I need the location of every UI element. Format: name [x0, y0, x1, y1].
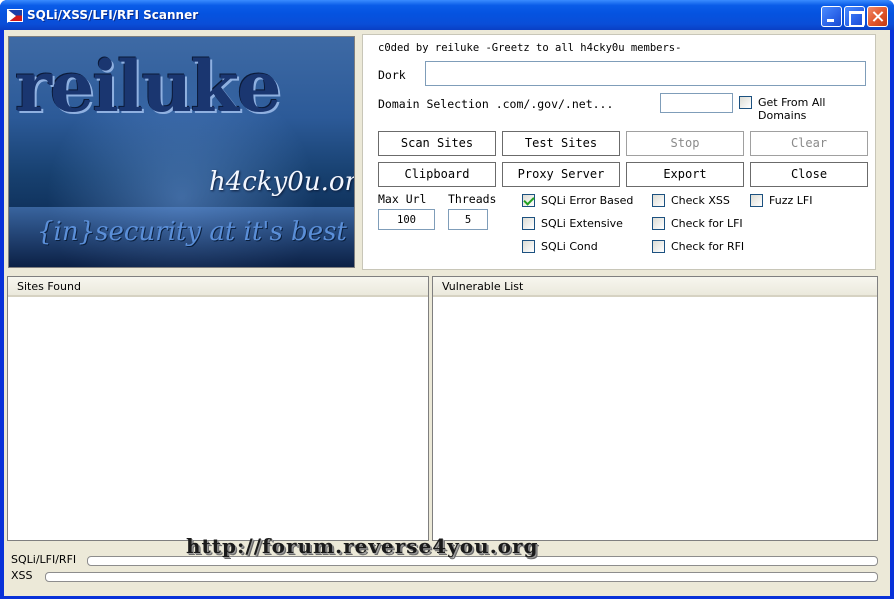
domain-input[interactable] — [660, 93, 733, 113]
window-title: SQLi/XSS/LFI/RFI Scanner — [27, 8, 199, 22]
check-lfi-checkbox[interactable] — [652, 217, 665, 230]
clear-button[interactable]: Clear — [750, 131, 868, 156]
check-xss-checkbox[interactable] — [652, 194, 665, 207]
dork-input[interactable] — [425, 61, 866, 86]
export-button[interactable]: Export — [626, 162, 744, 187]
xss-progress-bar — [45, 572, 878, 582]
dork-label: Dork — [378, 68, 406, 82]
maximize-button[interactable] — [844, 6, 865, 27]
close-button[interactable]: Close — [750, 162, 868, 187]
max-url-label: Max Url — [378, 192, 427, 206]
settings-panel: c0ded by reiluke -Greetz to all h4cky0u … — [362, 34, 876, 270]
sqli-progress-label: SQLi/LFI/RFI — [11, 553, 77, 566]
check-rfi-checkbox[interactable] — [652, 240, 665, 253]
title-bar[interactable]: SQLi/XSS/LFI/RFI Scanner — [0, 0, 894, 30]
flag-icon — [7, 9, 23, 23]
fuzz-lfi-label: Fuzz LFI — [769, 194, 813, 207]
threads-input[interactable]: 5 — [448, 209, 488, 230]
stop-button[interactable]: Stop — [626, 131, 744, 156]
credits-text: c0ded by reiluke -Greetz to all h4cky0u … — [378, 42, 682, 54]
check-xss-label: Check XSS — [671, 194, 730, 207]
xss-progress-label: XSS — [11, 569, 33, 582]
max-url-input[interactable]: 100 — [378, 209, 435, 230]
sqli-cond-label: SQLi Cond — [541, 240, 598, 253]
get-all-domains-checkbox[interactable] — [739, 96, 752, 109]
vulnerable-list-header[interactable]: Vulnerable List — [433, 277, 877, 297]
check-rfi-label: Check for RFI — [671, 240, 745, 253]
sqli-extensive-label: SQLi Extensive — [541, 217, 623, 230]
get-all-domains-label: Get From All Domains — [758, 96, 826, 122]
fuzz-lfi-checkbox[interactable] — [750, 194, 763, 207]
sqli-cond-checkbox[interactable] — [522, 240, 535, 253]
domain-selection-label: Domain Selection .com/.gov/.net... — [378, 97, 614, 111]
clipboard-button[interactable]: Clipboard — [378, 162, 496, 187]
window-client-area: reiluke h4cky0u.org {in}security at it's… — [4, 30, 890, 596]
sqli-error-based-label: SQLi Error Based — [541, 194, 634, 207]
app-window: SQLi/XSS/LFI/RFI Scanner reiluke h4cky0u… — [0, 0, 894, 599]
sqli-error-based-checkbox[interactable] — [522, 194, 535, 207]
minimize-button[interactable] — [821, 6, 842, 27]
sites-found-header[interactable]: Sites Found — [8, 277, 428, 297]
watermark-url: http://forum.reverse4you.org — [186, 534, 539, 558]
banner-tagline: {in}security at it's best — [37, 217, 347, 247]
sites-found-list[interactable]: Sites Found — [7, 276, 429, 541]
threads-label: Threads — [448, 192, 497, 206]
banner-site: h4cky0u.org — [209, 167, 354, 197]
vulnerable-list[interactable]: Vulnerable List — [432, 276, 878, 541]
banner-logo: reiluke — [15, 45, 282, 128]
test-sites-button[interactable]: Test Sites — [502, 131, 620, 156]
close-window-button[interactable] — [867, 6, 888, 27]
banner-image: reiluke h4cky0u.org {in}security at it's… — [8, 36, 355, 268]
sqli-extensive-checkbox[interactable] — [522, 217, 535, 230]
check-lfi-label: Check for LFI — [671, 217, 743, 230]
proxy-server-button[interactable]: Proxy Server — [502, 162, 620, 187]
scan-sites-button[interactable]: Scan Sites — [378, 131, 496, 156]
